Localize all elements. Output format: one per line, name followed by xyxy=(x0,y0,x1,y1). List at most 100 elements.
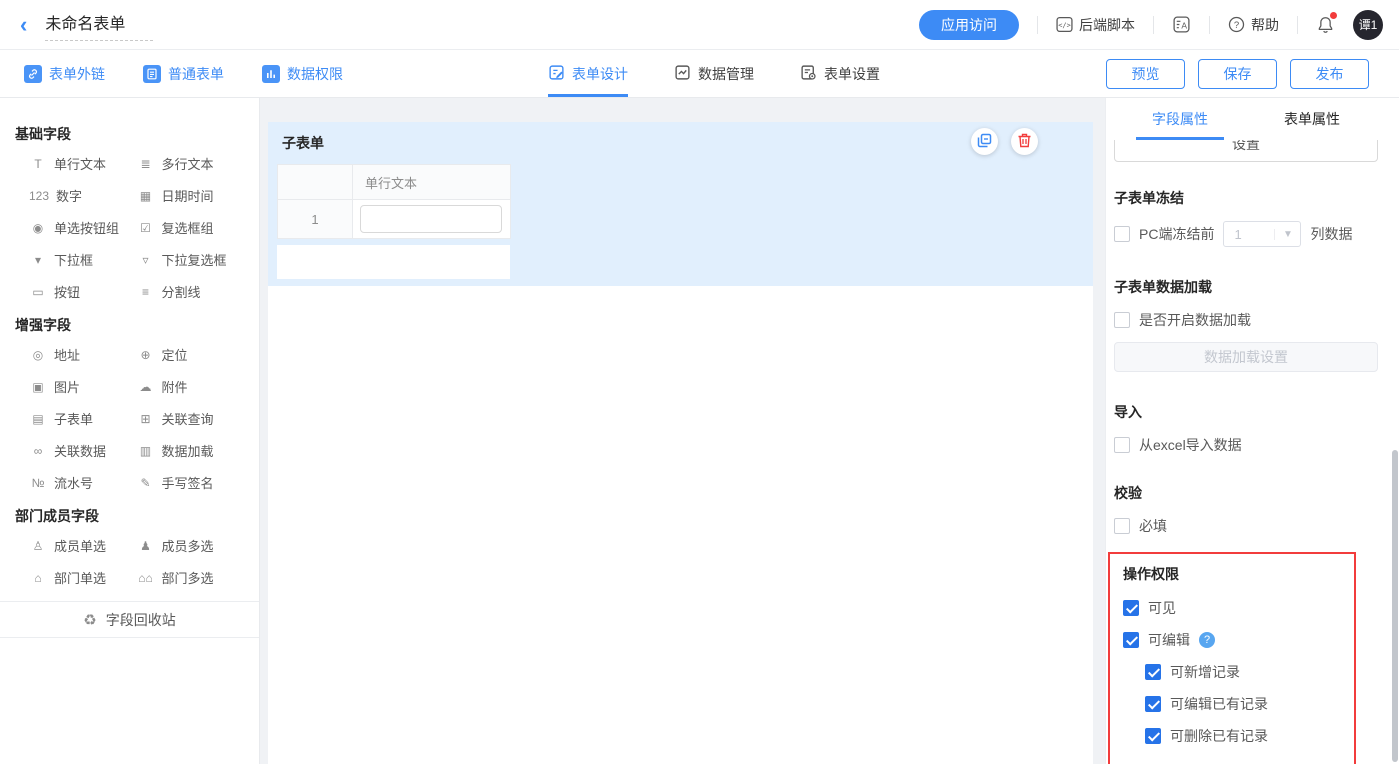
avatar[interactable]: 谭1 xyxy=(1353,9,1383,40)
可编辑已有记录-checkbox[interactable] xyxy=(1145,696,1161,712)
form-canvas[interactable]: 子表单 单行文本 1 xyxy=(268,122,1093,764)
palette-field-下拉框[interactable]: ▾ 下拉框 xyxy=(29,250,137,269)
required-checkbox[interactable] xyxy=(1114,518,1130,534)
palette-field-子表单[interactable]: ▤ 子表单 xyxy=(29,409,137,428)
notification-dot xyxy=(1330,12,1337,19)
button-field-icon: ▭ xyxy=(32,284,44,299)
data-load-checkbox[interactable] xyxy=(1114,312,1130,328)
palette-field-流水号[interactable]: № 流水号 xyxy=(29,473,137,492)
可编辑-checkbox[interactable] xyxy=(1123,632,1139,648)
required-label: 必填 xyxy=(1139,518,1167,534)
palette-field-日期时间[interactable]: ▦ 日期时间 xyxy=(137,186,245,205)
palette-field-定位[interactable]: ⊕ 定位 xyxy=(137,345,245,364)
palette-field-label: 定位 xyxy=(161,348,188,363)
backend-script-button[interactable]: </> 后端脚本 xyxy=(1056,15,1135,35)
可见-checkbox[interactable] xyxy=(1123,600,1139,616)
toolbar-item-表单外链[interactable]: 表单外链 xyxy=(24,64,105,84)
可新增记录-checkbox[interactable] xyxy=(1145,664,1161,680)
palette-field-下拉复选框[interactable]: ▿ 下拉复选框 xyxy=(137,250,245,269)
subform-text-input[interactable] xyxy=(360,205,502,233)
palette-field-部门多选[interactable]: ⌂⌂ 部门多选 xyxy=(137,568,245,587)
palette-field-关联数据[interactable]: ∞ 关联数据 xyxy=(29,441,137,460)
freeze-columns-select[interactable]: 1 ▼ xyxy=(1223,221,1302,247)
palette-field-图片[interactable]: ▣ 图片 xyxy=(29,377,137,396)
permission-label: 可编辑 xyxy=(1148,632,1190,648)
toolbar-item-label: 普通表单 xyxy=(168,65,224,82)
section-heading: 校验 xyxy=(1114,485,1142,501)
tab-数据管理[interactable]: 数据管理 xyxy=(674,50,754,97)
palette-field-分割线[interactable]: ≡ 分割线 xyxy=(137,282,245,301)
保存-button[interactable]: 保存 xyxy=(1198,58,1277,89)
palette-field-label: 部门多选 xyxy=(161,571,214,586)
tab-表单设置[interactable]: 表单设置 xyxy=(800,50,880,97)
subform-component[interactable]: 子表单 单行文本 1 xyxy=(268,122,1093,286)
panel-tabs: 字段属性 表单属性 xyxy=(1114,98,1378,140)
permission-row: 可编辑? xyxy=(1123,630,1354,650)
recycle-label: 字段回收站 xyxy=(105,611,176,628)
palette-field-label: 单选按钮组 xyxy=(54,221,120,236)
excel-import-checkbox[interactable] xyxy=(1114,437,1130,453)
member-single-icon: ♙ xyxy=(32,538,44,553)
palette-field-label: 图片 xyxy=(54,380,81,395)
palette-field-手写签名[interactable]: ✎ 手写签名 xyxy=(137,473,245,492)
panel-tab-字段属性[interactable]: 字段属性 xyxy=(1114,98,1246,140)
attachment-icon: ☁ xyxy=(139,379,152,394)
palette-field-附件[interactable]: ☁ 附件 xyxy=(137,377,245,396)
address-icon: ◎ xyxy=(32,347,44,362)
palette-field-复选框组[interactable]: ☑ 复选框组 xyxy=(137,218,245,237)
single-line-text-icon: T xyxy=(34,156,42,171)
datetime-icon: ▦ xyxy=(139,188,152,203)
multi-select-icon: ▿ xyxy=(142,252,149,267)
palette-field-成员单选[interactable]: ♙ 成员单选 xyxy=(29,536,137,555)
发布-button[interactable]: 发布 xyxy=(1290,58,1369,89)
delete-component-button[interactable] xyxy=(1011,128,1038,155)
tab-label: 数据管理 xyxy=(698,65,754,82)
subform-add-row-area[interactable] xyxy=(277,245,510,279)
预览-button[interactable]: 预览 xyxy=(1106,58,1185,89)
toolbar-item-普通表单[interactable]: 普通表单 xyxy=(143,64,224,84)
subform-table: 单行文本 1 xyxy=(277,164,511,239)
canvas-background: 子表单 单行文本 1 xyxy=(260,98,1105,764)
back-icon[interactable]: ‹ xyxy=(16,13,31,36)
app-access-button[interactable]: 应用访问 xyxy=(919,9,1019,40)
notification-bell-icon[interactable] xyxy=(1316,12,1337,34)
palette-field-label: 流水号 xyxy=(54,476,94,491)
section-import: 导入 从excel导入数据 xyxy=(1114,402,1378,455)
permission-label: 可见 xyxy=(1148,600,1176,616)
toolbar-item-数据权限[interactable]: 数据权限 xyxy=(262,64,343,84)
palette-field-label: 子表单 xyxy=(54,412,94,427)
panel-tab-表单属性[interactable]: 表单属性 xyxy=(1246,98,1378,140)
palette-field-单选按钮组[interactable]: ◉ 单选按钮组 xyxy=(29,218,137,237)
palette-field-多行文本[interactable]: ≣ 多行文本 xyxy=(137,154,245,173)
可删除已有记录-checkbox[interactable] xyxy=(1145,728,1161,744)
translate-icon[interactable]: A xyxy=(1172,15,1191,34)
freeze-suffix: 列数据 xyxy=(1310,226,1353,242)
tab-表单设计[interactable]: 表单设计 xyxy=(548,50,628,97)
palette-field-单行文本[interactable]: T 单行文本 xyxy=(29,154,137,173)
palette-section: 部门成员字段 ♙ 成员单选 ♟ 成员多选 ⌂ 部门单选 ⌂⌂ 部门多选 xyxy=(0,506,259,587)
data-load-settings-button[interactable]: 数据加载设置 xyxy=(1114,342,1378,372)
form-title[interactable]: 未命名表单 xyxy=(45,8,154,41)
page-scrollbar-thumb[interactable] xyxy=(1392,450,1398,762)
help-icon[interactable]: ? xyxy=(1199,632,1215,648)
toolbar-actions: 预览 保存 发布 xyxy=(1106,50,1369,97)
freeze-checkbox[interactable] xyxy=(1114,226,1130,242)
tab-label: 表单设计 xyxy=(572,65,628,82)
palette-field-label: 单行文本 xyxy=(54,157,107,172)
palette-field-部门单选[interactable]: ⌂ 部门单选 xyxy=(29,568,137,587)
question-icon: ? xyxy=(1228,16,1245,33)
palette-field-数据加载[interactable]: ▥ 数据加载 xyxy=(137,441,245,460)
palette-field-label: 数据加载 xyxy=(161,444,214,459)
divider xyxy=(1153,15,1154,34)
palette-field-成员多选[interactable]: ♟ 成员多选 xyxy=(137,536,245,555)
palette-field-按钮[interactable]: ▭ 按钮 xyxy=(29,282,137,301)
palette-field-关联查询[interactable]: ⊞ 关联查询 xyxy=(137,409,245,428)
help-button[interactable]: ? 帮助 xyxy=(1228,15,1279,35)
copy-icon xyxy=(977,133,992,151)
palette-field-地址[interactable]: ◎ 地址 xyxy=(29,345,137,364)
palette-field-label: 下拉复选框 xyxy=(161,253,227,268)
copy-component-button[interactable] xyxy=(971,128,998,155)
palette-field-数字[interactable]: 123 数字 xyxy=(29,186,137,205)
field-recycle-bin[interactable]: ♻ 字段回收站 xyxy=(0,601,259,638)
settings-button[interactable]: 设置 xyxy=(1114,140,1378,162)
